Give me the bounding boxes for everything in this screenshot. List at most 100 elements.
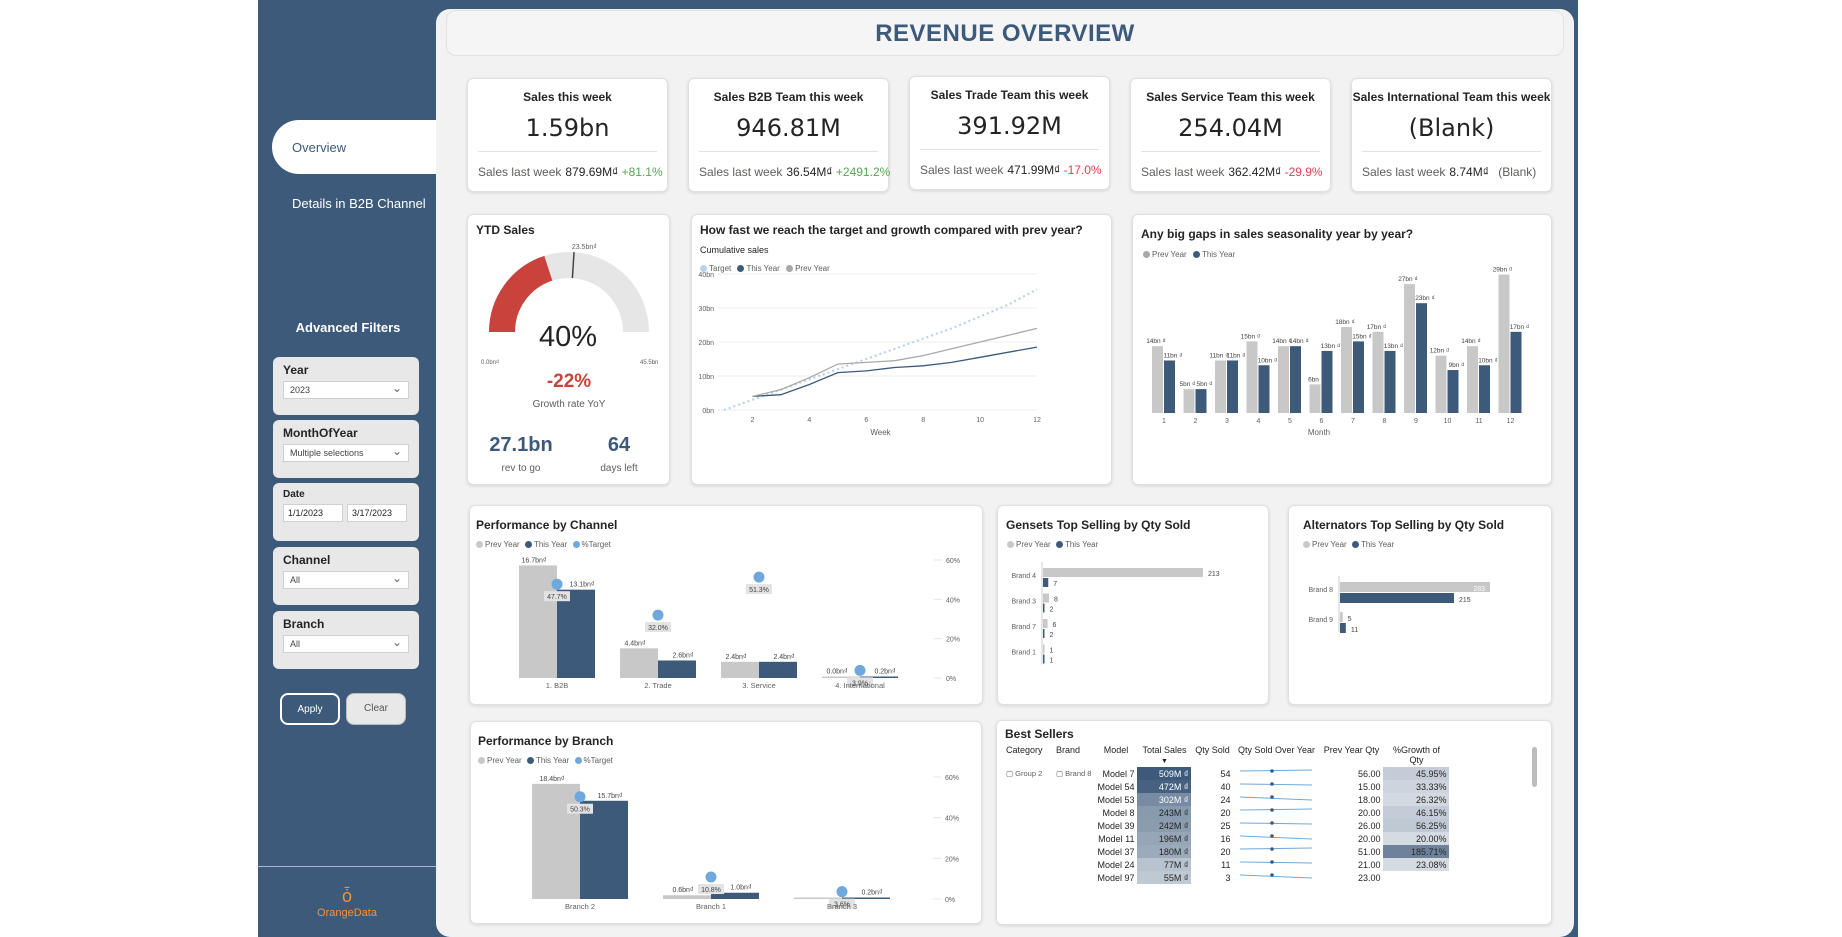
rev-to-go-label: rev to go <box>502 463 541 474</box>
this-year-bar <box>1258 365 1270 413</box>
growth-rate-value: -22% <box>547 371 591 392</box>
cell-prev-year-qty: 21.00 <box>1357 859 1381 870</box>
channel-dropdown[interactable]: All <box>283 571 409 589</box>
cell-sparkline <box>1233 832 1319 845</box>
cell-model: Model 37 <box>1097 846 1135 857</box>
col-category[interactable]: Category <box>1003 745 1053 767</box>
prev-year-bar <box>1278 346 1289 413</box>
cell-sparkline <box>1233 819 1319 832</box>
table-scrollbar[interactable] <box>1532 747 1537 787</box>
col-model[interactable]: Model <box>1094 745 1137 767</box>
this-year-bar <box>1043 654 1045 664</box>
col-brand[interactable]: Brand <box>1053 745 1094 767</box>
cell-model: Model 7 <box>1102 768 1135 779</box>
kpi-value: 946.81M <box>736 114 841 142</box>
y-tick-label: Brand 3 <box>1011 599 1036 606</box>
table-row[interactable]: Model 24 77M ₫ 11 21.00 23.08% <box>1003 858 1450 871</box>
qty-sparkline <box>1240 834 1313 840</box>
kpi-delta: +81.1% <box>621 165 663 179</box>
channel-bar-chart: 0% 20% 40% 60% 16.7bn₫ 13.1bn₫47.7% 1. B2B 4.4b… <box>519 557 960 690</box>
bar-data-label: 15.7bn₫ <box>597 793 622 800</box>
table-row[interactable]: Model 11 196M ₫ 16 20.00 20.00% <box>1003 832 1450 845</box>
prev-year-bar <box>1183 389 1195 413</box>
table-row[interactable]: ▢ Group 2 ▢ Brand 8 Model 7 509M ₫ 54 56.00 45… <box>1003 767 1450 780</box>
table-row[interactable]: Model 8 243M ₫ 20 20.00 46.15% <box>1003 806 1450 819</box>
this-year-bar <box>658 660 696 678</box>
y-tick-label: 40bn <box>698 272 714 279</box>
best-sellers-table: Category Brand Model Total Sales ▼ Qty So… <box>1003 745 1450 884</box>
prev-year-bar <box>1152 346 1163 413</box>
cell-brand <box>1053 793 1094 806</box>
gauge-percent: 40% <box>539 321 597 353</box>
bar-data-label: 18bn ₫ <box>1335 319 1355 326</box>
col-qty-sold[interactable]: Qty Sold <box>1191 745 1233 767</box>
ytd-sales-card: YTD Sales 23.5bn₫ 0.0bn₫ 45.5bn 40% -22%… <box>467 214 670 485</box>
date-to-input[interactable]: 3/17/2023 <box>347 504 407 522</box>
alternators-card: Alternators Top Selling by Qty Sold Prev… <box>1288 505 1552 705</box>
nav-details-b2b-tab[interactable]: Details in B2B Channel <box>292 196 426 211</box>
date-from-input[interactable]: 1/1/2023 <box>283 504 343 522</box>
cell-brand <box>1053 780 1094 793</box>
sparkline-path <box>1240 847 1313 850</box>
branch-dropdown[interactable]: All <box>283 635 409 653</box>
table-row[interactable]: Model 54 472M ₫ 40 15.00 33.33% <box>1003 780 1450 793</box>
cell-qty-sold: 24 <box>1220 794 1231 805</box>
target-marker <box>753 571 765 583</box>
bar-data-label: 2 <box>1050 632 1054 639</box>
table-row[interactable]: Model 97 55M ₫ 3 23.00 <box>1003 871 1449 884</box>
cell-qty-sold: 3 <box>1225 872 1231 883</box>
this-year-bar <box>1384 350 1396 413</box>
this-year-bar <box>1164 360 1175 413</box>
kpi-card-sales: Sales this week 1.59bn Sales last week 87… <box>467 78 668 192</box>
bar-data-label: 1.0bn₫ <box>730 885 752 892</box>
gauge-min-label: 0.0bn₫ <box>481 360 499 366</box>
nav-overview-tab[interactable]: Overview <box>272 120 450 174</box>
cell-prev-year-qty: 18.00 <box>1357 794 1381 805</box>
x-tick-label: 4 <box>807 417 811 424</box>
bar-data-label: 15bn ₫ <box>1352 333 1372 340</box>
apply-button[interactable]: Apply <box>280 693 340 725</box>
sparkline-path <box>1240 861 1313 864</box>
x-tick-label: 8 <box>921 417 925 424</box>
clear-button[interactable]: Clear <box>346 693 406 725</box>
y2-tick-label: 20% <box>946 637 960 644</box>
col-prev-year-qty[interactable]: Prev Year Qty <box>1319 745 1383 767</box>
bar-data-label: 2.4bn₫ <box>725 654 747 661</box>
cell-qty-sold: 16 <box>1220 833 1231 844</box>
bar-data-label: 13.1bn₫ <box>569 582 594 589</box>
kpi-last-value: 8.74M₫ <box>1449 165 1489 179</box>
cell-category <box>1003 871 1053 884</box>
col-total-sales[interactable]: Total Sales ▼ <box>1137 745 1191 767</box>
cell-qty-sold: 54 <box>1220 768 1231 779</box>
qty-sparkline <box>1240 795 1313 801</box>
prev-year-bar <box>1043 644 1045 654</box>
month-dropdown[interactable]: Multiple selections <box>283 444 409 462</box>
prev-year-bar <box>1467 346 1478 413</box>
col-growth-qty[interactable]: %Growth of Qty <box>1383 745 1449 767</box>
cell-brand <box>1053 845 1094 858</box>
x-tick-label: 10 <box>976 417 984 424</box>
table-row[interactable]: Model 39 242M ₫ 25 26.00 56.25% <box>1003 819 1450 832</box>
y2-tick-label: 0% <box>946 676 956 683</box>
prev-year-bar <box>1309 384 1321 413</box>
cell-prev-year-qty: 23.00 <box>1357 872 1381 883</box>
bar-data-label: 7 <box>1053 581 1057 588</box>
sparkline-path <box>1240 769 1313 772</box>
bar-data-label: 13bn ₫ <box>1321 343 1341 350</box>
year-dropdown[interactable]: 2023 <box>283 381 409 399</box>
table-row[interactable]: Model 53 302M ₫ 24 18.00 26.32% <box>1003 793 1450 806</box>
date-filter-label: Date <box>283 489 305 500</box>
this-year-bar <box>1340 593 1454 603</box>
channel-performance-card: Performance by Channel Prev Year This Ye… <box>469 505 983 705</box>
cell-category <box>1003 806 1053 819</box>
col-qty-over-year[interactable]: Qty Sold Over Year <box>1233 745 1319 767</box>
this-year-bar <box>1195 389 1207 413</box>
x-tick-label: 2 <box>1194 418 1198 425</box>
table-row[interactable]: Model 37 180M ₫ 20 51.00 185.71% <box>1003 845 1450 858</box>
kpi-last-value: 362.42M₫ <box>1228 165 1282 179</box>
target-marker <box>705 871 717 883</box>
x-tick-label: Branch 3 <box>827 902 857 911</box>
month-filter-label: MonthOfYear <box>283 426 358 440</box>
sort-desc-icon: ▼ <box>1161 758 1168 765</box>
cell-growth-qty: 20.00% <box>1383 832 1450 845</box>
